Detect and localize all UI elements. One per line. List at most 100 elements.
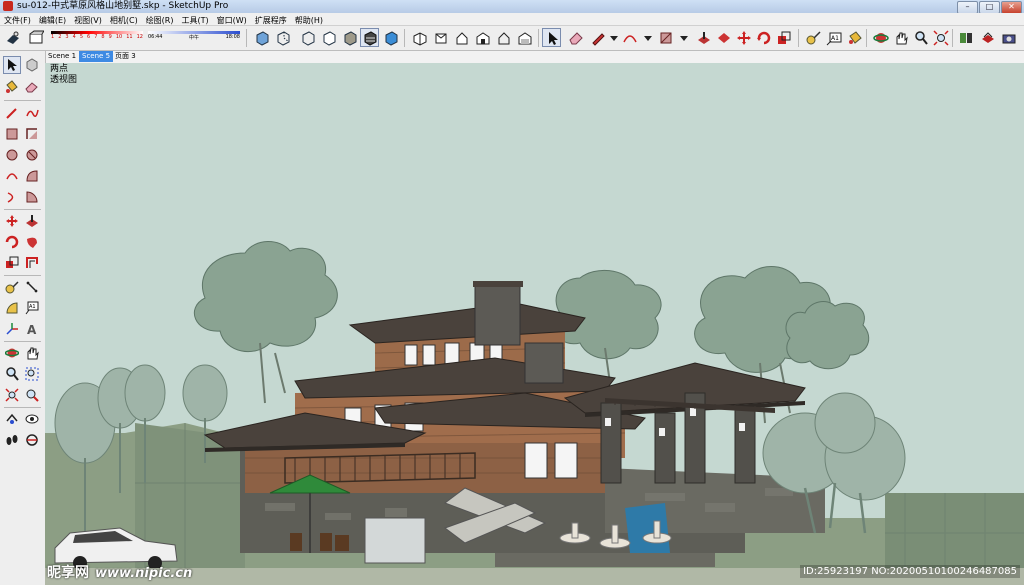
stone-pillar: [654, 412, 676, 484]
select-arrow-icon[interactable]: [542, 28, 561, 47]
shaded-icon[interactable]: [340, 28, 359, 47]
three-point-arc-icon[interactable]: [3, 188, 21, 206]
zoom-extents-icon[interactable]: [3, 386, 21, 404]
circle-icon[interactable]: [3, 146, 21, 164]
eraser-icon[interactable]: [566, 28, 585, 47]
watermark-id: ID:25923197 NO:20200510100246487085: [800, 565, 1020, 578]
garage-door: [364, 517, 426, 564]
back-view-icon[interactable]: [494, 28, 513, 47]
camera-icon[interactable]: [999, 28, 1018, 47]
month-tick: 4: [72, 34, 76, 40]
axes-icon[interactable]: [3, 320, 21, 338]
offset-icon[interactable]: [23, 254, 41, 272]
look-around-icon[interactable]: [23, 410, 41, 428]
right-view-icon[interactable]: [473, 28, 492, 47]
pan-icon[interactable]: [891, 28, 910, 47]
paint-bucket-icon[interactable]: [845, 28, 864, 47]
shadow-toggle-icon[interactable]: [3, 28, 22, 47]
make-component-icon[interactable]: [23, 56, 41, 74]
zoom-icon[interactable]: [911, 28, 930, 47]
zoom-icon[interactable]: [3, 365, 21, 383]
watermark-logo: 昵享网 www.nipic.cn: [47, 562, 192, 582]
components-icon[interactable]: [956, 28, 975, 47]
window: [444, 342, 460, 366]
shadow-time-slider[interactable]: 06:44 中午 18:08: [148, 29, 240, 47]
watermark-logo-text: 昵享网: [47, 565, 89, 581]
scale-icon[interactable]: [774, 28, 793, 47]
paint-bucket-icon[interactable]: [3, 78, 21, 96]
materials-icon[interactable]: [978, 28, 997, 47]
foreground-tree: [182, 364, 228, 422]
scale-icon[interactable]: [3, 254, 21, 272]
window-title: su-012-中式草原风格山地别墅.skp - SketchUp Pro: [17, 1, 229, 11]
protractor-icon[interactable]: [3, 299, 21, 317]
month-tick: 3: [65, 34, 69, 40]
sketchup-app-icon: [3, 1, 13, 11]
tape-measure-icon[interactable]: [3, 278, 21, 296]
arc-icon[interactable]: [3, 167, 21, 185]
section-plane-icon[interactable]: [23, 431, 41, 449]
tab-page-3[interactable]: 页面 3: [112, 51, 139, 62]
text-icon[interactable]: A1: [824, 28, 843, 47]
line-tool-icon[interactable]: [3, 104, 21, 122]
tape-measure-icon[interactable]: [803, 28, 822, 47]
month-tick: 2: [58, 34, 62, 40]
rotated-rectangle-icon[interactable]: [23, 125, 41, 143]
month-tick: 5: [79, 34, 83, 40]
hidden-line-icon[interactable]: [319, 28, 338, 47]
chimney-cap: [473, 281, 523, 287]
back-edges-icon[interactable]: [273, 28, 292, 47]
3d-text-icon[interactable]: A: [23, 320, 41, 338]
orbit-icon[interactable]: [871, 28, 890, 47]
shadow-date-slider[interactable]: 1 2 3 4 5 6 7 8 9 10 11 12: [51, 29, 143, 47]
select-arrow-icon[interactable]: [3, 56, 21, 74]
shaded-textures-icon[interactable]: [360, 28, 379, 47]
pan-icon[interactable]: [23, 344, 41, 362]
previous-view-icon[interactable]: [23, 386, 41, 404]
zoom-extents-icon[interactable]: [931, 28, 950, 47]
eraser-icon[interactable]: [23, 78, 41, 96]
xray-style-icon[interactable]: [252, 28, 271, 47]
zoom-window-icon[interactable]: [23, 365, 41, 383]
month-tick: 1: [51, 34, 55, 40]
rotate-icon[interactable]: [3, 233, 21, 251]
time-mid: 中午: [188, 35, 199, 41]
iso-view-icon[interactable]: [410, 28, 429, 47]
svg-text:A: A: [27, 323, 37, 336]
tab-scene-1[interactable]: Scene 1: [45, 51, 79, 62]
top-view-icon[interactable]: [431, 28, 450, 47]
two-point-arc-icon[interactable]: [23, 167, 41, 185]
fog-toggle-icon[interactable]: [26, 28, 45, 47]
dimension-icon[interactable]: [23, 278, 41, 296]
rectangle-icon[interactable]: [3, 125, 21, 143]
push-pull-icon[interactable]: [23, 212, 41, 230]
stone-chimney: [474, 284, 521, 346]
front-view-icon[interactable]: [452, 28, 471, 47]
month-tick: 12: [136, 34, 143, 40]
arc-icon[interactable]: [620, 28, 639, 47]
wireframe-icon[interactable]: [298, 28, 317, 47]
position-camera-icon[interactable]: [3, 410, 21, 428]
rectangle-icon[interactable]: [656, 28, 675, 47]
shape-dropdown-icon[interactable]: [674, 28, 693, 47]
move-icon[interactable]: [3, 212, 21, 230]
monochrome-icon[interactable]: [381, 28, 400, 47]
orbit-icon[interactable]: [3, 344, 21, 362]
window: [524, 442, 548, 479]
modeling-viewport[interactable]: 两点 透视图 昵享网 www.nipic.cn ID:25923197 NO:2…: [45, 63, 1024, 585]
stone-pillar: [734, 407, 756, 484]
walk-icon[interactable]: [3, 431, 21, 449]
pie-icon[interactable]: [23, 188, 41, 206]
month-tick: 11: [126, 34, 133, 40]
freehand-icon[interactable]: [23, 104, 41, 122]
follow-me-icon[interactable]: [23, 233, 41, 251]
arc-dropdown-icon[interactable]: [638, 28, 657, 47]
follow-me-icon[interactable]: [714, 28, 733, 47]
tab-scene-5[interactable]: Scene 5: [79, 51, 114, 62]
move-icon[interactable]: [734, 28, 753, 47]
left-view-icon[interactable]: [515, 28, 534, 47]
push-pull-icon[interactable]: [694, 28, 713, 47]
rotate-icon[interactable]: [754, 28, 773, 47]
text-icon[interactable]: A1: [23, 299, 41, 317]
polygon-icon[interactable]: [23, 146, 41, 164]
